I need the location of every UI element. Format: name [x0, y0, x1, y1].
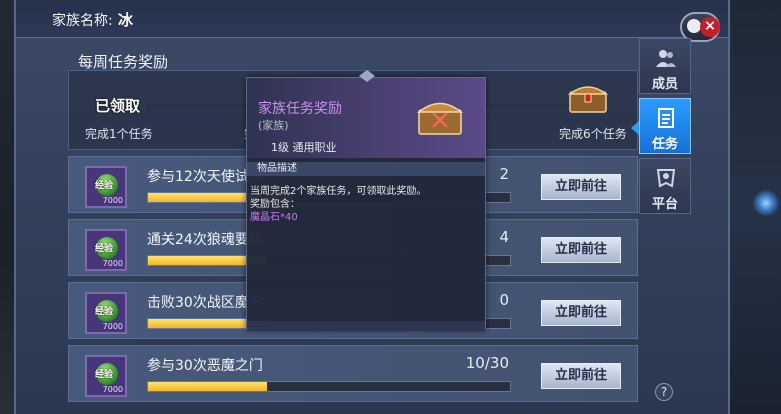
tab-platform[interactable]: 平台 — [639, 158, 691, 214]
title-bar: 家族名称: 冰 — [16, 0, 728, 38]
reward-label: 经验 — [95, 244, 114, 254]
task-progress: 10/30 — [465, 354, 509, 372]
help-button[interactable]: ? — [655, 383, 673, 401]
reward-count: 7000 — [102, 196, 123, 205]
tooltip-desc-header: 物品描述 — [247, 162, 485, 176]
reward-icon[interactable]: 经验 7000 — [85, 355, 127, 397]
tooltip-level: 1级 通用职业 — [271, 141, 337, 154]
reward-icon[interactable]: 经验 7000 — [85, 292, 127, 334]
reward-count: 7000 — [102, 385, 123, 394]
tooltip-subtitle: (家族) — [258, 119, 289, 132]
weekly-reward-title: 每周任务奖励 — [78, 53, 169, 71]
family-name-value: 冰 — [118, 11, 134, 29]
reward-chest-icon — [416, 102, 464, 135]
reward-icon[interactable]: 经验 7000 — [85, 166, 127, 208]
reward-tooltip: 家族任务奖励 (家族) 1级 通用职业 物品描述 当周完成2个家族任务，可领取此… — [246, 70, 486, 331]
claimed-badge: 已领取 — [95, 97, 141, 115]
tooltip-title: 家族任务奖励 — [258, 101, 342, 117]
reward-count: 7000 — [102, 322, 123, 331]
tab-label: 平台 — [651, 197, 678, 212]
tooltip-footer — [247, 321, 485, 331]
reward-chest-icon[interactable] — [567, 80, 609, 114]
go-now-button[interactable]: 立即前往 — [541, 174, 621, 200]
tab-tasks[interactable]: 任务 — [631, 98, 691, 154]
reward-label: 经验 — [95, 181, 114, 191]
milestone-1-label: 完成1个任务 — [85, 127, 153, 141]
task-progress: 0 — [499, 291, 509, 309]
go-now-button[interactable]: 立即前往 — [541, 237, 621, 263]
go-now-button[interactable]: 立即前往 — [541, 300, 621, 326]
tooltip-reward: 魔晶石*40 — [250, 212, 298, 223]
toggle-dot-icon — [687, 19, 701, 33]
progress-fill — [148, 382, 268, 391]
tooltip-header: 家族任务奖励 (家族) 1级 通用职业 — [247, 78, 485, 158]
milestone-3-label: 完成6个任务 — [559, 127, 627, 141]
task-icon — [654, 107, 678, 129]
tab-label: 成员 — [651, 77, 678, 92]
tab-members[interactable]: 成员 — [639, 38, 691, 94]
reward-label: 经验 — [95, 370, 114, 380]
platform-icon — [654, 167, 678, 189]
task-progress: 4 — [499, 228, 509, 246]
task-row: 经验 7000 参与30次恶魔之门 10/30 立即前往 — [68, 345, 638, 402]
glow-orb — [753, 190, 779, 216]
go-now-button[interactable]: 立即前往 — [541, 363, 621, 389]
reward-icon[interactable]: 经验 7000 — [85, 229, 127, 271]
family-name-label: 家族名称: — [52, 13, 113, 29]
close-icon: × — [700, 17, 720, 37]
active-arrow-icon — [631, 121, 639, 135]
reward-label: 经验 — [95, 307, 114, 317]
tab-label: 任务 — [651, 137, 678, 152]
members-icon — [654, 47, 678, 69]
task-progress: 2 — [499, 165, 509, 183]
ornament-icon — [359, 70, 375, 82]
reward-count: 7000 — [102, 259, 123, 268]
task-name: 参与30次恶魔之门 — [147, 358, 263, 374]
progress-bar — [147, 381, 511, 392]
